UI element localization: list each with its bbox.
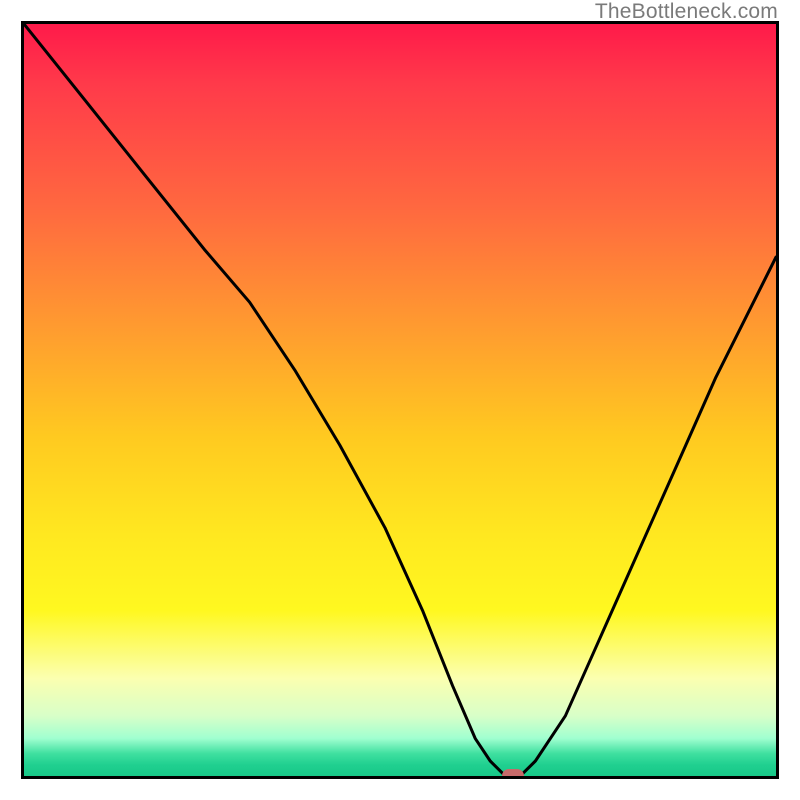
plot-area xyxy=(21,21,779,779)
bottleneck-chart: TheBottleneck.com xyxy=(0,0,800,800)
bottleneck-curve-path xyxy=(24,24,776,776)
curve-svg xyxy=(24,24,776,776)
optimal-point-marker xyxy=(502,769,524,779)
